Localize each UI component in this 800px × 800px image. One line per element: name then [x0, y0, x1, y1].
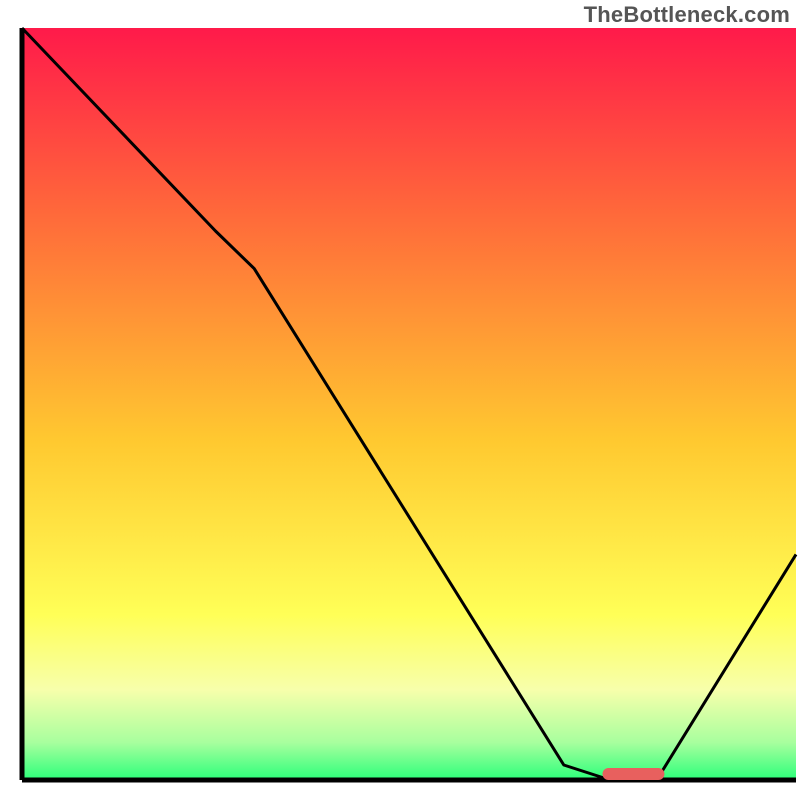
bottleneck-chart: [0, 0, 800, 800]
plot-background: [22, 28, 796, 780]
optimal-range-marker: [603, 768, 665, 780]
chart-frame: TheBottleneck.com: [0, 0, 800, 800]
watermark-text: TheBottleneck.com: [584, 2, 790, 28]
